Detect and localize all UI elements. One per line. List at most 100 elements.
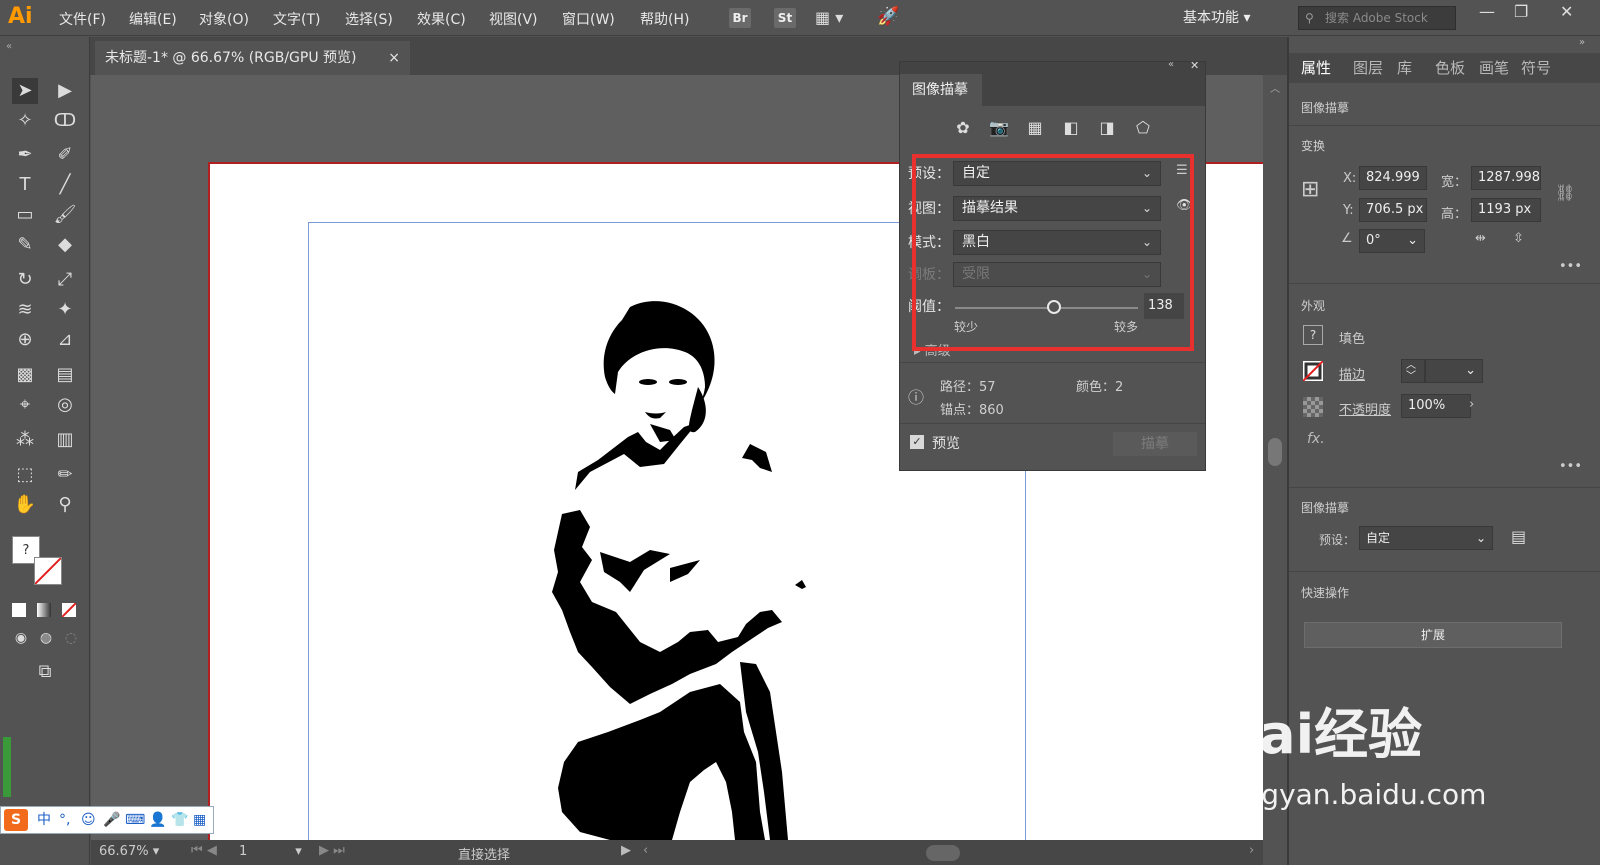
magic-wand-icon[interactable]: ✧: [12, 108, 38, 134]
menu-help[interactable]: 帮助(H): [640, 9, 689, 29]
scale-tool-icon[interactable]: ⤢: [52, 267, 78, 293]
rotate-tool-icon[interactable]: ↻: [12, 267, 38, 293]
hand-tool-icon[interactable]: ✋: [12, 492, 38, 518]
draw-behind-icon[interactable]: ◍: [33, 625, 59, 651]
shape-builder-icon[interactable]: ⊕: [12, 327, 38, 353]
scroll-left-icon[interactable]: ‹: [643, 843, 648, 858]
next-page-icon[interactable]: ▶ ⏭: [319, 843, 345, 858]
draw-inside-icon[interactable]: ◌: [58, 625, 84, 651]
tab-layers[interactable]: 图层: [1353, 57, 1383, 78]
trace-options-icon[interactable]: ▤: [1511, 527, 1526, 546]
gpu-rocket-icon[interactable]: 🚀: [877, 6, 899, 27]
close-panel-icon[interactable]: ✕: [1190, 59, 1199, 72]
close-window-icon[interactable]: ✕: [1560, 2, 1573, 21]
vertical-scroll-thumb[interactable]: [1268, 438, 1282, 466]
pen-tool-icon[interactable]: ✒: [12, 142, 38, 168]
zoom-tool-icon[interactable]: ⚲: [52, 492, 78, 518]
constrain-proportions-icon[interactable]: ⛓: [1555, 183, 1575, 202]
x-field[interactable]: 824.999: [1359, 166, 1427, 190]
screen-mode-icon[interactable]: ⧉: [32, 659, 58, 685]
arrange-icon[interactable]: ▦ ▾: [815, 8, 843, 27]
menu-effect[interactable]: 效果(C): [417, 9, 466, 29]
stock-button[interactable]: St: [774, 8, 796, 28]
fx-icon[interactable]: fx.: [1307, 431, 1325, 447]
ime-chinese-mode[interactable]: 中: [37, 807, 51, 833]
document-tab[interactable]: 未标题-1* @ 66.67% (RGB/GPU 预览) ×: [95, 41, 410, 75]
eraser-icon[interactable]: ◆: [52, 232, 78, 258]
type-tool-icon[interactable]: T: [12, 172, 38, 198]
expand-button[interactable]: 扩展: [1304, 622, 1562, 648]
grayscale-icon[interactable]: ◧: [1060, 118, 1082, 138]
y-field[interactable]: 706.5 px: [1359, 198, 1427, 222]
opacity-expand-icon[interactable]: ›: [1469, 397, 1474, 412]
menu-view[interactable]: 视图(V): [489, 9, 538, 29]
ime-keyboard-icon[interactable]: ⌨: [125, 807, 145, 833]
lasso-icon[interactable]: ↀ: [52, 108, 78, 134]
traced-image[interactable]: [520, 292, 840, 840]
zoom-field[interactable]: 66.67% ▾: [99, 844, 159, 859]
tab-brushes[interactable]: 画笔: [1479, 57, 1509, 78]
tab-image-trace[interactable]: 图像描摹: [900, 74, 982, 106]
stroke-swatch[interactable]: [34, 557, 62, 585]
slice-tool-icon[interactable]: ✏: [52, 462, 78, 488]
horizontal-scroll-thumb[interactable]: [926, 845, 960, 861]
tab-symbols[interactable]: 符号: [1521, 57, 1551, 78]
stroke-weight-stepper[interactable]: ︿ ﹀: [1401, 359, 1425, 383]
shaper-tool-icon[interactable]: ✎: [12, 232, 38, 258]
high-color-icon[interactable]: 📷: [988, 118, 1010, 138]
width-field[interactable]: 1287.998: [1471, 166, 1541, 190]
collapse-panel-icon[interactable]: «: [1168, 59, 1174, 70]
width-tool-icon[interactable]: ≋: [12, 297, 38, 323]
graph-tool-icon[interactable]: ▥: [52, 427, 78, 453]
stock-search-input[interactable]: ⚲ 搜索 Adobe Stock: [1298, 6, 1456, 30]
menu-file[interactable]: 文件(F): [59, 9, 106, 29]
preset-dropdown[interactable]: 自定 ⌄: [1359, 526, 1493, 550]
line-tool-icon[interactable]: ╱: [52, 172, 78, 198]
preview-checkbox[interactable]: ✓: [910, 435, 924, 449]
gradient-mode-icon[interactable]: [37, 603, 51, 617]
black-white-icon[interactable]: ◨: [1096, 118, 1118, 138]
ime-toolbox-icon[interactable]: ▦: [193, 807, 206, 833]
puppet-warp-icon[interactable]: ✦: [52, 297, 78, 323]
selection-tool-icon[interactable]: ➤: [12, 78, 38, 104]
tab-libraries[interactable]: 库: [1397, 57, 1412, 78]
close-tab-icon[interactable]: ×: [388, 41, 400, 75]
stroke-label[interactable]: 描边: [1339, 364, 1365, 383]
direct-selection-tool-icon[interactable]: ▶: [52, 78, 78, 104]
reference-point-icon[interactable]: ⊞: [1301, 177, 1319, 202]
first-page-icon[interactable]: ⏮ ◀: [191, 843, 217, 858]
opacity-label[interactable]: 不透明度: [1339, 399, 1391, 418]
more-options-icon[interactable]: •••: [1559, 259, 1582, 274]
none-mode-icon[interactable]: [62, 603, 76, 617]
tab-swatches[interactable]: 色板: [1435, 57, 1465, 78]
outline-icon[interactable]: ⬠: [1132, 118, 1154, 138]
collapse-icon[interactable]: «: [6, 41, 12, 52]
draw-normal-icon[interactable]: ◉: [8, 625, 34, 651]
status-menu-icon[interactable]: ▶: [621, 843, 631, 858]
eyedropper-icon[interactable]: ⌖: [12, 392, 38, 418]
stroke-weight-field[interactable]: ⌄: [1425, 359, 1483, 383]
ime-skin-icon[interactable]: 👕: [171, 807, 188, 833]
menu-edit[interactable]: 编辑(E): [129, 9, 177, 29]
flip-vertical-icon[interactable]: ⇳: [1513, 231, 1524, 246]
menu-type[interactable]: 文字(T): [273, 9, 320, 29]
stroke-swatch[interactable]: [1303, 361, 1323, 381]
scroll-right-icon[interactable]: ›: [1249, 843, 1254, 858]
angle-field[interactable]: 0° ⌄: [1359, 229, 1425, 253]
workspace-switcher[interactable]: 基本功能 ▾: [1183, 7, 1250, 27]
blend-tool-icon[interactable]: ◎: [52, 392, 78, 418]
low-color-icon[interactable]: ▦: [1024, 118, 1046, 138]
paintbrush-icon[interactable]: 🖌: [52, 202, 78, 228]
opacity-field[interactable]: 100%: [1401, 394, 1471, 418]
ime-punctuation[interactable]: °,: [59, 807, 70, 833]
collapse-panel-icon[interactable]: »: [1579, 37, 1585, 48]
mesh-tool-icon[interactable]: ▩: [12, 362, 38, 388]
color-mode-icon[interactable]: [12, 603, 26, 617]
bridge-button[interactable]: Br: [729, 8, 751, 28]
fill-swatch[interactable]: ?: [1303, 325, 1323, 345]
sogou-logo-icon[interactable]: S: [4, 809, 28, 831]
panel-header[interactable]: « ✕: [900, 59, 1205, 74]
artboard-tool-icon[interactable]: ⬚: [12, 462, 38, 488]
height-field[interactable]: 1193 px: [1471, 198, 1541, 222]
more-options-icon[interactable]: •••: [1559, 459, 1582, 474]
